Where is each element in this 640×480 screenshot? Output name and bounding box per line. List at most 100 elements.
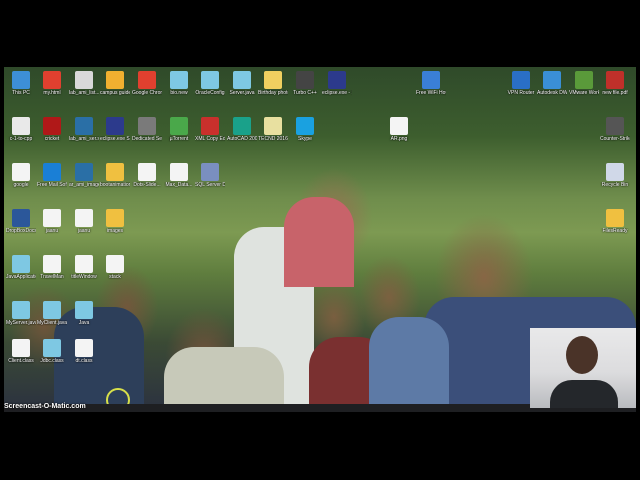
- desktop-icon-vmware[interactable]: VMware Workstation: [569, 71, 599, 96]
- desktop-icon-label: VMware Workstation: [569, 90, 599, 96]
- doc-icon: [12, 255, 30, 273]
- desktop-icon-folder-3[interactable]: FilesReady: [600, 209, 630, 234]
- desktop-icon-google-chrome[interactable]: Google Chrome: [132, 71, 162, 96]
- desktop-icon-flag-2[interactable]: ar_ami_image: [69, 163, 99, 188]
- desktop-icon-doc-13[interactable]: Java: [69, 301, 99, 326]
- desktop-icon-doc-7[interactable]: JavaApplication: [6, 255, 36, 280]
- desktop-icon-cricket[interactable]: cricket: [37, 117, 67, 142]
- desktop-icon-label: MyClient.java: [37, 320, 67, 326]
- desktop-icon-campus-guide[interactable]: campus guide -C#: [100, 71, 130, 96]
- webcam-person: [566, 336, 598, 374]
- skype-icon: [296, 117, 314, 135]
- desktop-icon-word[interactable]: DropBoxDocs: [6, 209, 36, 234]
- desktop-icon-label: Turbo C++: [293, 90, 317, 96]
- desktop-icon-label: titleWindow: [71, 274, 97, 280]
- desktop-icon-counter-strike[interactable]: Counter-Strike 1.6: [600, 117, 630, 142]
- db-icon: [201, 163, 219, 181]
- desktop-icon-doc-5[interactable]: jaanu: [37, 209, 67, 234]
- desktop-icon-vpn-router[interactable]: VPN Router: [506, 71, 536, 96]
- desktop-icon-doc-12[interactable]: MyClient.java: [37, 301, 67, 326]
- desktop-icon-c-doc[interactable]: c-1-to-cpp: [6, 117, 36, 142]
- doc-icon: [170, 163, 188, 181]
- desktop-icon-eclipse-shortcut[interactable]: eclipse.exe Shortcut: [100, 117, 130, 142]
- desktop-icon-skype[interactable]: Skype: [290, 117, 320, 142]
- desktop-icon-label: Recycle Bin: [601, 182, 629, 188]
- doc-icon: [12, 117, 30, 135]
- desktop-icon-recycle-bin[interactable]: Recycle Bin: [600, 163, 630, 188]
- desktop-icon-doc-10[interactable]: stack: [100, 255, 130, 280]
- desktop-icon-doc-11[interactable]: MyServer.java: [6, 301, 36, 326]
- desktop-icon-label: eclipse.exe Shortcut: [100, 136, 130, 142]
- desktop-icon-label: Max_Data...: [165, 182, 193, 188]
- doc-icon: [75, 301, 93, 319]
- router-icon: [512, 71, 530, 89]
- desktop-icon-label: Dedicated Server: [132, 136, 162, 142]
- pc-icon: [12, 71, 30, 89]
- desktop-icon-autocad[interactable]: AutoCAD 2007: [227, 117, 257, 142]
- desktop-icon-label: Jdbc.class: [40, 358, 64, 364]
- desktop-icon-label: cricket: [44, 136, 60, 142]
- doc-icon: [75, 339, 93, 357]
- webcam-person-body: [550, 380, 618, 408]
- desktop-icon-label: Google Chrome: [132, 90, 162, 96]
- desktop-icon-c-folder[interactable]: lab_ami_list...: [69, 71, 99, 96]
- desktop-icon-turbo-cpp[interactable]: Turbo C++: [290, 71, 320, 96]
- package-icon: [106, 163, 124, 181]
- desktop-icon-ar-png[interactable]: AR.png: [384, 117, 414, 142]
- desktop-icon-this-pc[interactable]: This PC: [6, 71, 36, 96]
- desktop-icon-label: DropBoxDocs: [6, 228, 36, 234]
- folder-icon: [606, 209, 624, 227]
- wallpaper-figure: [164, 347, 284, 412]
- doc-icon: [75, 255, 93, 273]
- desktop-icon-label: Free WiFi Hotspot: [416, 90, 446, 96]
- desktop-icon-doc-4[interactable]: Max_Data...: [164, 163, 194, 188]
- desktop-icon-dedicated-server[interactable]: Dedicated Server: [132, 117, 162, 142]
- desktop-icon-doc-6[interactable]: jaanu: [69, 209, 99, 234]
- desktop-icon-doc-2[interactable]: google: [6, 163, 36, 188]
- desktop-icon-label: Dots-Slide...: [133, 182, 161, 188]
- folder-icon: [264, 71, 282, 89]
- desktop-icon-doc-9[interactable]: titleWindow: [69, 255, 99, 280]
- eclipse-icon: [328, 71, 346, 89]
- desktop-icon-eclipse[interactable]: eclipse.exe - Shortcut: [322, 71, 352, 96]
- doc-icon: [43, 255, 61, 273]
- desktop-icon-doc-3[interactable]: Dots-Slide...: [132, 163, 162, 188]
- desktop-icon-autodesk-viewer[interactable]: Autodesk DWG Viewer: [537, 71, 567, 96]
- desktop-icon-installer[interactable]: bootanimation: [100, 163, 130, 188]
- server-icon: [138, 117, 156, 135]
- wallpaper-figure: [284, 197, 354, 287]
- desktop-icon-free-wifi[interactable]: Free WiFi Hotspot: [416, 71, 446, 96]
- desktop-icon-server-java[interactable]: Server.java: [227, 71, 257, 96]
- desktop-icon-utorrent[interactable]: µTorrent: [164, 117, 194, 142]
- desktop-icon-mail[interactable]: Free Mail Software: [37, 163, 67, 188]
- doc-icon: [106, 255, 124, 273]
- desktop-icon-label: jaanu: [77, 228, 91, 234]
- eclipse-icon: [106, 117, 124, 135]
- desktop-icon-doc-15[interactable]: Jdbc.class: [37, 339, 67, 364]
- desktop-icon-pdf-file[interactable]: new file.pdf: [600, 71, 630, 96]
- desktop-icon-doc-16[interactable]: dt.class: [69, 339, 99, 364]
- desktop-icon-label: c-1-to-cpp: [9, 136, 33, 142]
- doc-icon: [138, 163, 156, 181]
- desktop-icon-label: Client.class: [8, 358, 34, 364]
- ball-icon: [43, 117, 61, 135]
- desktop-icon-sql[interactable]: SQL Server Data Tools: [195, 163, 225, 188]
- desktop-icon-label: This PC: [12, 90, 30, 96]
- doc-icon: [264, 117, 282, 135]
- chrome-icon: [138, 71, 156, 89]
- folder-icon: [106, 209, 124, 227]
- desktop-icon-label: Skype: [298, 136, 312, 142]
- desktop-icon-doc-14[interactable]: Client.class: [6, 339, 36, 364]
- recycle-icon: [606, 163, 624, 181]
- desktop-icon-label: Counter-Strike 1.6: [600, 136, 630, 142]
- desktop-icon-birthday-photos[interactable]: Birthday photos: [258, 71, 288, 96]
- desktop-icon-flag-file[interactable]: lab_ami_ser.ser: [69, 117, 99, 142]
- desktop-icon-oracle[interactable]: OracleConfig: [195, 71, 225, 96]
- desktop-icon-tecnd[interactable]: TECND 2016: [258, 117, 288, 142]
- word-icon: [12, 209, 30, 227]
- desktop-icon-doc-8[interactable]: TravelMan: [37, 255, 67, 280]
- desktop-icon-chrome[interactable]: my.html: [37, 71, 67, 96]
- desktop-icon-document[interactable]: bio.new: [164, 71, 194, 96]
- desktop-icon-folder-2[interactable]: images: [100, 209, 130, 234]
- desktop-icon-xml-copy-editor[interactable]: XML Copy Editor: [195, 117, 225, 142]
